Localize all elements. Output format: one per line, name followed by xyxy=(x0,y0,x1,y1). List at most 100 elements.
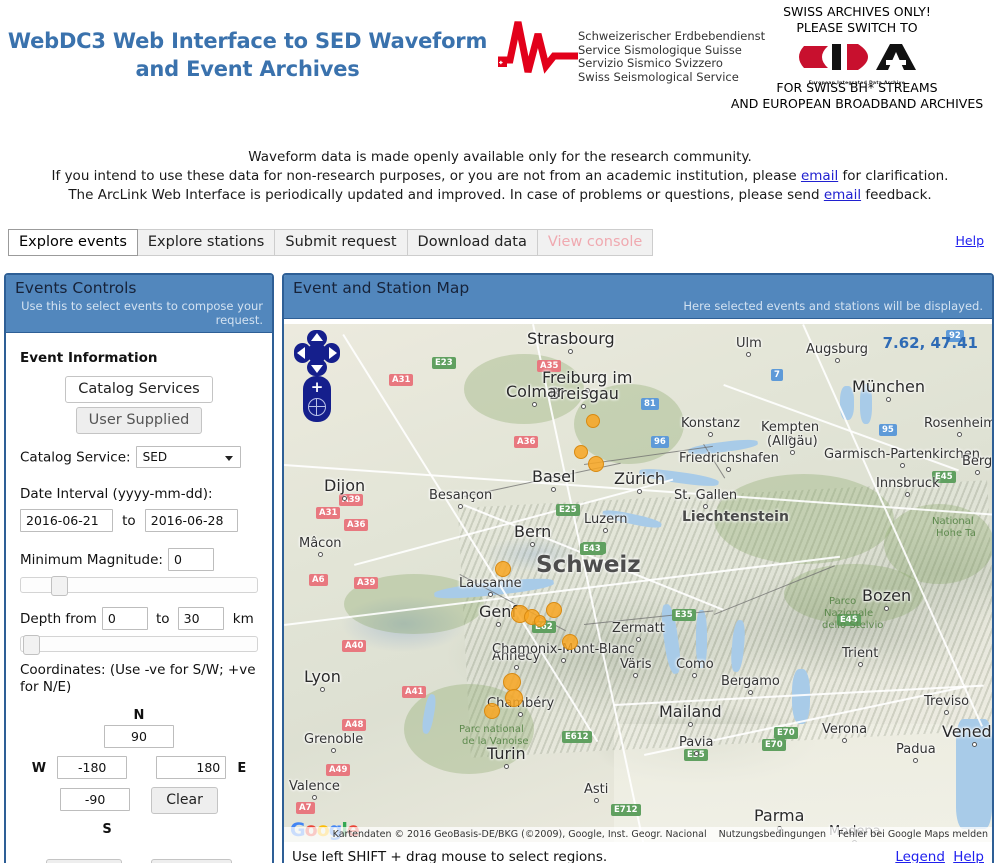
map-city-dot-icon xyxy=(971,742,977,747)
globe-icon[interactable] xyxy=(308,398,326,416)
event-information-heading: Event Information xyxy=(20,350,158,366)
map-city-dot-icon xyxy=(886,397,891,402)
map-city-label: Mailand xyxy=(659,702,722,727)
catalog-services-button[interactable]: Catalog Services xyxy=(65,376,213,403)
map-event-marker[interactable] xyxy=(562,634,578,650)
clear-coordinates-button[interactable]: Clear xyxy=(151,787,218,814)
map-road-shield: A41 xyxy=(402,686,427,698)
map-city-name: Verona xyxy=(822,722,868,737)
map-city-label: Augsburg xyxy=(806,342,868,363)
map-city-dot-icon xyxy=(635,637,641,642)
arrow-up-icon xyxy=(311,333,323,341)
map-event-marker[interactable] xyxy=(505,689,523,707)
reset-button[interactable]: Reset xyxy=(45,859,122,863)
min-magnitude-slider-knob[interactable] xyxy=(51,576,68,596)
tab-submit-request[interactable]: Submit request xyxy=(275,229,408,256)
email-link-clarification[interactable]: email xyxy=(801,168,838,184)
map-city-label: Bern xyxy=(514,522,551,547)
map-city-dot-icon xyxy=(899,463,905,468)
coord-south-input[interactable] xyxy=(60,788,131,811)
map-attrib-report[interactable]: Fehler bei Google Maps melden xyxy=(838,829,988,840)
pan-center-hub[interactable] xyxy=(307,343,327,363)
depth-to-input[interactable] xyxy=(177,607,224,630)
map-park-label: National xyxy=(932,516,974,527)
date-to-label: to xyxy=(122,513,136,529)
map-city-name: Treviso xyxy=(924,694,970,709)
notice-line-2-pre: If you intend to use these data for non-… xyxy=(51,168,801,184)
map-city-name: Valence xyxy=(289,779,340,794)
min-magnitude-input[interactable] xyxy=(168,548,215,571)
map-event-marker[interactable] xyxy=(484,703,500,719)
help-link[interactable]: Help xyxy=(956,233,985,248)
map-city-dot-icon xyxy=(834,358,840,363)
depth-slider[interactable] xyxy=(20,635,258,655)
coord-east-input[interactable] xyxy=(156,756,227,779)
map-city-label: Mâcon xyxy=(299,536,342,557)
map-city-dot-icon xyxy=(747,690,753,695)
user-supplied-row: User Supplied xyxy=(20,407,258,434)
map-city-label: Rosenheim xyxy=(924,416,992,437)
notice-line-3: The ArcLink Web Interface is periodicall… xyxy=(0,186,1000,205)
legend-link[interactable]: Legend xyxy=(895,849,945,863)
map-city-dot-icon xyxy=(317,552,323,557)
append-button[interactable]: Append xyxy=(150,859,233,863)
map-pan-control[interactable] xyxy=(294,330,340,376)
map-city-name: Dijon xyxy=(324,476,366,495)
depth-slider-knob[interactable] xyxy=(23,635,40,655)
map-city-name: Lausanne xyxy=(459,576,522,591)
map-road-shield: A36 xyxy=(344,519,369,531)
catalog-service-value: SED xyxy=(142,450,168,464)
date-to-input[interactable] xyxy=(144,509,238,532)
depth-to-label: to xyxy=(156,611,170,627)
panels-container: Events Controls Use this to select event… xyxy=(0,273,1000,863)
coordinates-label: Coordinates: (Use -ve for S/W; +ve for N… xyxy=(20,662,256,695)
map-event-marker[interactable] xyxy=(546,602,562,618)
eida-notice: SWISS ARCHIVES ONLY! PLEASE SWITCH TO Eu… xyxy=(722,4,992,112)
map-city-name: Asti xyxy=(584,782,609,797)
map-road-shield: A6 xyxy=(309,574,328,586)
map-city-name: St. Gallen xyxy=(674,488,738,503)
eida-line1: SWISS ARCHIVES ONLY! xyxy=(783,4,931,19)
map-country-label: Liechtenstein xyxy=(682,509,789,525)
map-city-dot-icon xyxy=(974,470,980,475)
map-city-label: Besançon xyxy=(429,488,492,509)
map-city-label: Friedrichshafen xyxy=(679,451,779,472)
depth-from-input[interactable] xyxy=(101,607,148,630)
user-supplied-button[interactable]: User Supplied xyxy=(75,407,203,434)
map-attrib-terms[interactable]: Nutzungsbedingungen xyxy=(719,829,826,840)
tab-download-data[interactable]: Download data xyxy=(407,229,538,256)
map-canvas[interactable]: E23A31A35817929596A36E25E45E43A39A31A36A… xyxy=(284,324,992,842)
tab-explore-events[interactable]: Explore events xyxy=(8,229,138,256)
map-city-dot-icon xyxy=(593,798,599,803)
map-city-label: Väris xyxy=(620,657,652,678)
map-event-marker[interactable] xyxy=(588,456,604,472)
map-event-marker[interactable] xyxy=(495,561,511,577)
zoom-in-icon[interactable]: + xyxy=(303,380,331,395)
min-magnitude-slider[interactable] xyxy=(20,576,258,596)
depth-from-label: Depth from xyxy=(20,611,97,627)
map-city-dot-icon xyxy=(913,758,919,763)
min-magnitude-row: Minimum Magnitude: xyxy=(20,548,258,596)
coord-north-letter: N xyxy=(133,708,145,723)
email-link-feedback[interactable]: email xyxy=(824,187,861,203)
map-event-marker[interactable] xyxy=(534,615,546,627)
coord-north-input[interactable] xyxy=(104,725,174,748)
map-city-label: Padua xyxy=(896,742,936,763)
map-zoom-control[interactable]: + xyxy=(303,376,331,422)
map-road-shield: E70 xyxy=(774,727,798,739)
coord-west-input[interactable] xyxy=(57,756,128,779)
catalog-service-select[interactable]: SED xyxy=(135,446,241,468)
map-city-dot-icon xyxy=(532,402,538,407)
date-from-input[interactable] xyxy=(20,509,113,532)
map-event-marker[interactable] xyxy=(574,445,588,459)
map-city-name: Venedig xyxy=(942,722,992,741)
map-road-shield: A40 xyxy=(342,640,367,652)
tab-explore-stations[interactable]: Explore stations xyxy=(137,229,276,256)
map-road-shield: E23 xyxy=(432,357,456,369)
map-city-dot-icon xyxy=(581,404,587,409)
eida-line2: PLEASE SWITCH TO xyxy=(796,20,918,35)
map-event-marker[interactable] xyxy=(586,414,600,428)
map-city-dot-icon xyxy=(551,487,557,492)
map-city-name: Rosenheim xyxy=(924,416,992,431)
map-help-link[interactable]: Help xyxy=(953,849,984,863)
